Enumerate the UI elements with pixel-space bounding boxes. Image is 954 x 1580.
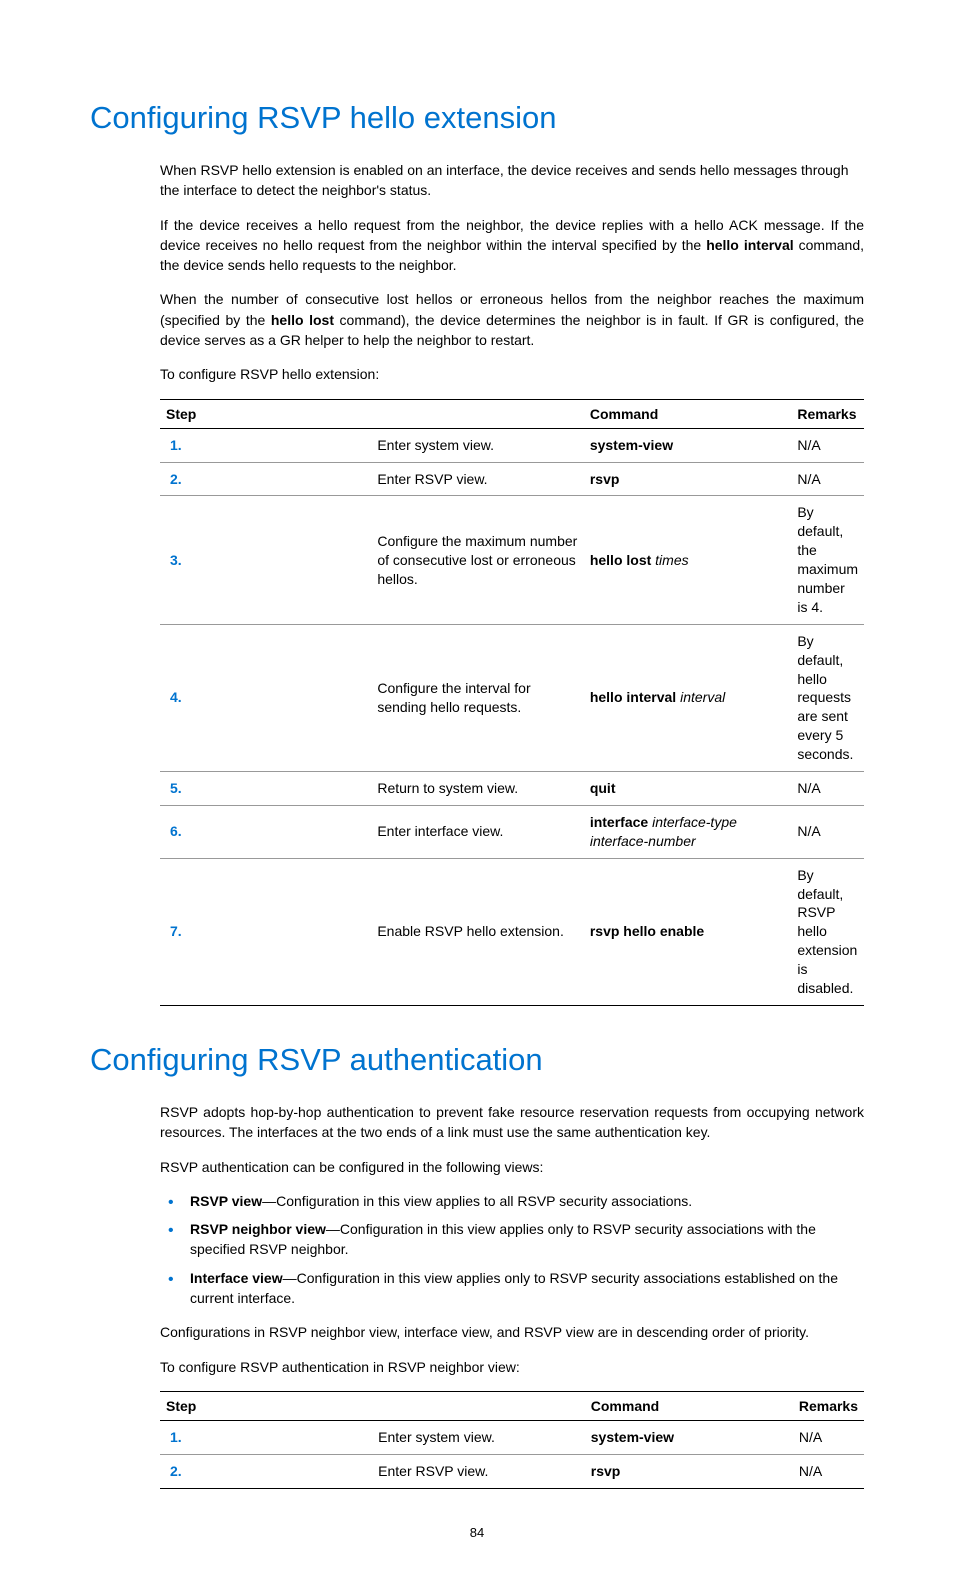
text-bold: hello interval — [706, 237, 793, 253]
table-row: 1. Enter system view. system-view N/A — [160, 1420, 864, 1454]
step-desc: Enter RSVP view. — [372, 1454, 585, 1488]
list-item: RSVP view—Configuration in this view app… — [160, 1191, 864, 1211]
th-command: Command — [584, 399, 792, 428]
step-desc: Enter interface view. — [371, 805, 584, 858]
step-desc: Enter system view. — [372, 1420, 585, 1454]
step-remarks: By default, hello requests are sent ever… — [791, 624, 864, 771]
th-remarks: Remarks — [791, 399, 864, 428]
content-block: RSVP adopts hop-by-hop authentication to… — [160, 1102, 864, 1489]
cmd-text: hello lost — [590, 552, 655, 568]
step-number: 2. — [160, 462, 371, 496]
table-row: 6. Enter interface view. interface inter… — [160, 805, 864, 858]
step-number: 7. — [160, 858, 371, 1005]
paragraph: RSVP adopts hop-by-hop authentication to… — [160, 1102, 864, 1143]
cmd-text: interface — [590, 814, 652, 830]
step-number: 4. — [160, 624, 371, 771]
text: —Configuration in this view applies to a… — [262, 1193, 692, 1209]
table-row: 2. Enter RSVP view. rsvp N/A — [160, 462, 864, 496]
step-desc: Enter RSVP view. — [371, 462, 584, 496]
step-desc: Configure the maximum number of consecut… — [371, 496, 584, 624]
cmd-text: hello interval — [590, 689, 680, 705]
th-step: Step — [160, 1391, 585, 1420]
text-bold: hello lost — [271, 312, 334, 328]
cmd-text: rsvp hello enable — [590, 923, 704, 939]
step-desc: Enable RSVP hello extension. — [371, 858, 584, 1005]
paragraph: RSVP authentication can be configured in… — [160, 1157, 864, 1177]
table-row: 5. Return to system view. quit N/A — [160, 772, 864, 806]
text-bold: RSVP view — [190, 1193, 262, 1209]
page: Configuring RSVP hello extension When RS… — [0, 0, 954, 1580]
step-remarks: N/A — [791, 428, 864, 462]
table-header-row: Step Command Remarks — [160, 1391, 864, 1420]
step-number: 3. — [160, 496, 371, 624]
text: —Configuration in this view applies only… — [190, 1270, 838, 1306]
steps-table-auth: Step Command Remarks 1. Enter system vie… — [160, 1391, 864, 1489]
table-row: 7. Enable RSVP hello extension. rsvp hel… — [160, 858, 864, 1005]
table-row: 2. Enter RSVP view. rsvp N/A — [160, 1454, 864, 1488]
list-item: Interface view—Configuration in this vie… — [160, 1268, 864, 1309]
cmd-text: rsvp — [591, 1463, 621, 1479]
step-remarks: N/A — [791, 805, 864, 858]
page-number: 84 — [90, 1525, 864, 1540]
cmd-text: quit — [590, 780, 616, 796]
steps-table-hello: Step Command Remarks 1. Enter system vie… — [160, 399, 864, 1006]
step-command: rsvp hello enable — [584, 858, 792, 1005]
step-command: rsvp — [585, 1454, 793, 1488]
cmd-arg: times — [655, 552, 688, 568]
th-remarks: Remarks — [793, 1391, 864, 1420]
step-remarks: N/A — [793, 1454, 864, 1488]
paragraph: When the number of consecutive lost hell… — [160, 289, 864, 350]
paragraph: To configure RSVP authentication in RSVP… — [160, 1357, 864, 1377]
step-number: 2. — [160, 1454, 372, 1488]
step-remarks: N/A — [793, 1420, 864, 1454]
step-command: quit — [584, 772, 792, 806]
step-command: system-view — [585, 1420, 793, 1454]
step-desc: Enter system view. — [371, 428, 584, 462]
step-remarks: By default, the maximum number is 4. — [791, 496, 864, 624]
paragraph: Configurations in RSVP neighbor view, in… — [160, 1322, 864, 1342]
table-row: 3. Configure the maximum number of conse… — [160, 496, 864, 624]
step-command: hello lost times — [584, 496, 792, 624]
step-desc: Configure the interval for sending hello… — [371, 624, 584, 771]
th-step: Step — [160, 399, 584, 428]
table-row: 4. Configure the interval for sending he… — [160, 624, 864, 771]
step-number: 6. — [160, 805, 371, 858]
step-number: 1. — [160, 1420, 372, 1454]
heading-rsvp-auth: Configuring RSVP authentication — [90, 1042, 864, 1078]
text-bold: Interface view — [190, 1270, 283, 1286]
step-command: system-view — [584, 428, 792, 462]
step-desc: Return to system view. — [371, 772, 584, 806]
paragraph: To configure RSVP hello extension: — [160, 364, 864, 384]
bullet-list: RSVP view—Configuration in this view app… — [160, 1191, 864, 1308]
step-remarks: N/A — [791, 462, 864, 496]
cmd-text: system-view — [591, 1429, 674, 1445]
heading-rsvp-hello: Configuring RSVP hello extension — [90, 100, 864, 136]
section-rsvp-auth: Configuring RSVP authentication RSVP ado… — [90, 1042, 864, 1489]
step-remarks: N/A — [791, 772, 864, 806]
cmd-arg: interval — [680, 689, 725, 705]
paragraph: If the device receives a hello request f… — [160, 215, 864, 276]
text-bold: RSVP neighbor view — [190, 1221, 326, 1237]
cmd-text: system-view — [590, 437, 673, 453]
th-command: Command — [585, 1391, 793, 1420]
cmd-text: rsvp — [590, 471, 620, 487]
list-item: RSVP neighbor view—Configuration in this… — [160, 1219, 864, 1260]
content-block: When RSVP hello extension is enabled on … — [160, 160, 864, 1006]
step-command: interface interface-type interface-numbe… — [584, 805, 792, 858]
table-row: 1. Enter system view. system-view N/A — [160, 428, 864, 462]
paragraph: When RSVP hello extension is enabled on … — [160, 160, 864, 201]
step-number: 1. — [160, 428, 371, 462]
section-rsvp-hello: Configuring RSVP hello extension When RS… — [90, 100, 864, 1006]
step-command: rsvp — [584, 462, 792, 496]
step-command: hello interval interval — [584, 624, 792, 771]
step-remarks: By default, RSVP hello extension is disa… — [791, 858, 864, 1005]
table-header-row: Step Command Remarks — [160, 399, 864, 428]
step-number: 5. — [160, 772, 371, 806]
